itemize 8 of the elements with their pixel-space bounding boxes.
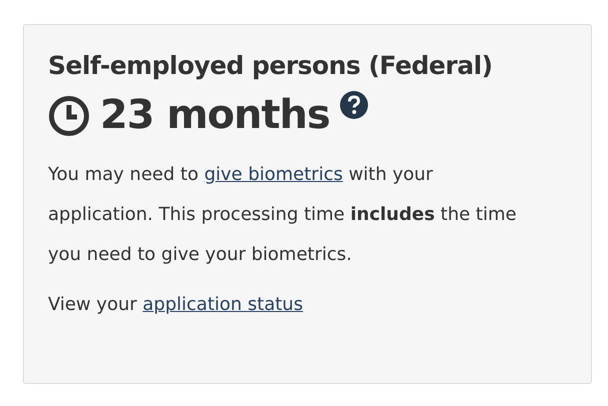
- processing-time: 23 months: [100, 91, 330, 140]
- clock-icon: [48, 95, 90, 137]
- card-title: Self-employed persons (Federal): [48, 50, 492, 82]
- paragraph: View your application status: [48, 293, 304, 317]
- link[interactable]: give biometrics: [204, 164, 343, 185]
- paragraph: You may need to give biometrics with your application. This processing time includes the time you need to give your biometrics.: [48, 163, 518, 267]
- help-icon[interactable]: [340, 91, 368, 119]
- link[interactable]: application status: [142, 294, 303, 315]
